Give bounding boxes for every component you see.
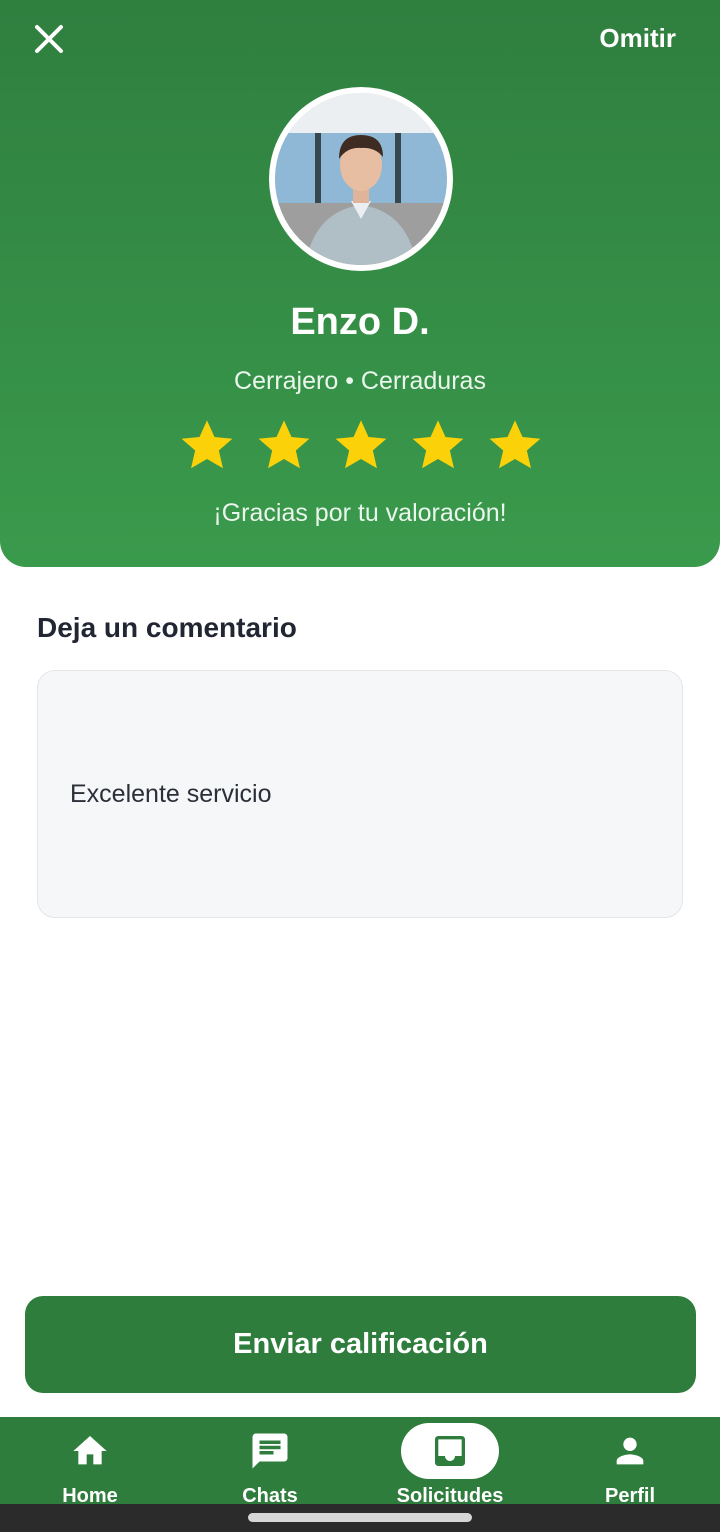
home-icon xyxy=(68,1429,112,1473)
skip-button[interactable]: Omitir xyxy=(599,22,676,54)
comment-value: Excelente servicio xyxy=(70,780,272,808)
thanks-message: ¡Gracias por tu valoración! xyxy=(213,499,507,527)
person-icon xyxy=(608,1429,652,1473)
provider-photo xyxy=(275,93,447,265)
system-navigation-bar xyxy=(0,1504,720,1532)
star-icon[interactable] xyxy=(178,416,236,474)
provider-role: Cerrajero • Cerraduras xyxy=(234,367,486,395)
bottom-navigation: Home Chats Solicitudes Perfil xyxy=(0,1417,720,1507)
star-rating[interactable] xyxy=(178,416,544,474)
close-icon xyxy=(35,25,63,53)
comment-section-title: Deja un comentario xyxy=(37,612,297,643)
nav-item-chats[interactable]: Chats xyxy=(200,1417,340,1507)
close-button[interactable] xyxy=(28,18,70,60)
provider-name: Enzo D. xyxy=(290,301,430,343)
nav-item-solicitudes[interactable]: Solicitudes xyxy=(380,1417,520,1507)
nav-item-home[interactable]: Home xyxy=(20,1417,160,1507)
star-icon[interactable] xyxy=(486,416,544,474)
chat-icon xyxy=(248,1429,292,1473)
star-icon[interactable] xyxy=(332,416,390,474)
avatar xyxy=(269,87,453,271)
nav-item-perfil[interactable]: Perfil xyxy=(560,1417,700,1507)
star-icon[interactable] xyxy=(255,416,313,474)
inbox-icon xyxy=(428,1429,472,1473)
submit-rating-button[interactable]: Enviar calificación xyxy=(25,1296,696,1393)
star-icon[interactable] xyxy=(409,416,467,474)
comment-input[interactable]: Excelente servicio xyxy=(37,670,683,918)
home-indicator[interactable] xyxy=(248,1513,472,1522)
rating-header: Omitir Enzo D. Cerrajero • Cerraduras ¡G… xyxy=(0,0,720,567)
